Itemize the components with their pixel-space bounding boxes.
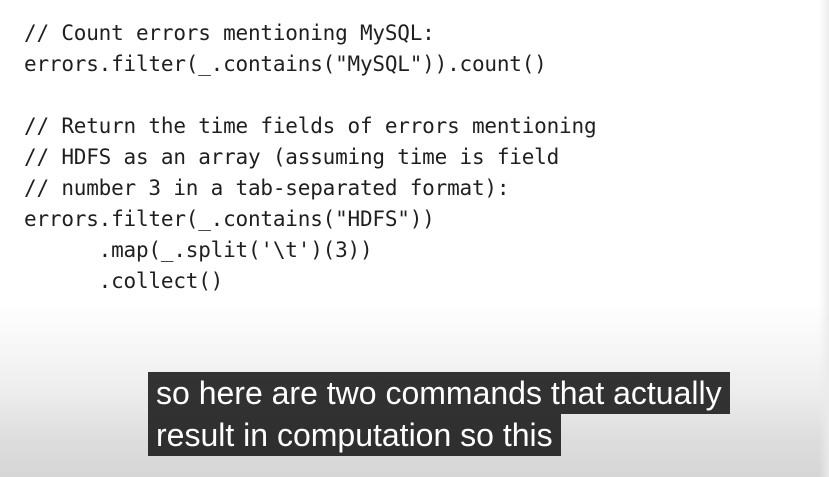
code-comment-line: // HDFS as an array (assuming time is fi…: [24, 145, 560, 169]
code-line: .collect(): [24, 269, 224, 293]
video-frame: // Count errors mentioning MySQL: errors.…: [0, 0, 829, 477]
code-line: .map(_.split('\t')(3)): [24, 238, 373, 262]
frame-edge-shadow: [819, 0, 829, 477]
subtitle-line: result in computation so this: [148, 414, 561, 456]
subtitle-caption: so here are two commands that actually r…: [148, 372, 730, 456]
code-snippet: // Count errors mentioning MySQL: errors.…: [24, 18, 597, 297]
code-line: errors.filter(_.contains("MySQL")).count…: [24, 52, 547, 76]
subtitle-line: so here are two commands that actually: [148, 372, 730, 414]
code-comment-line: // Return the time fields of errors ment…: [24, 114, 597, 138]
code-line: errors.filter(_.contains("HDFS")): [24, 207, 435, 231]
code-comment-line: // number 3 in a tab-separated format):: [24, 176, 510, 200]
code-comment-line: // Count errors mentioning MySQL:: [24, 21, 435, 45]
